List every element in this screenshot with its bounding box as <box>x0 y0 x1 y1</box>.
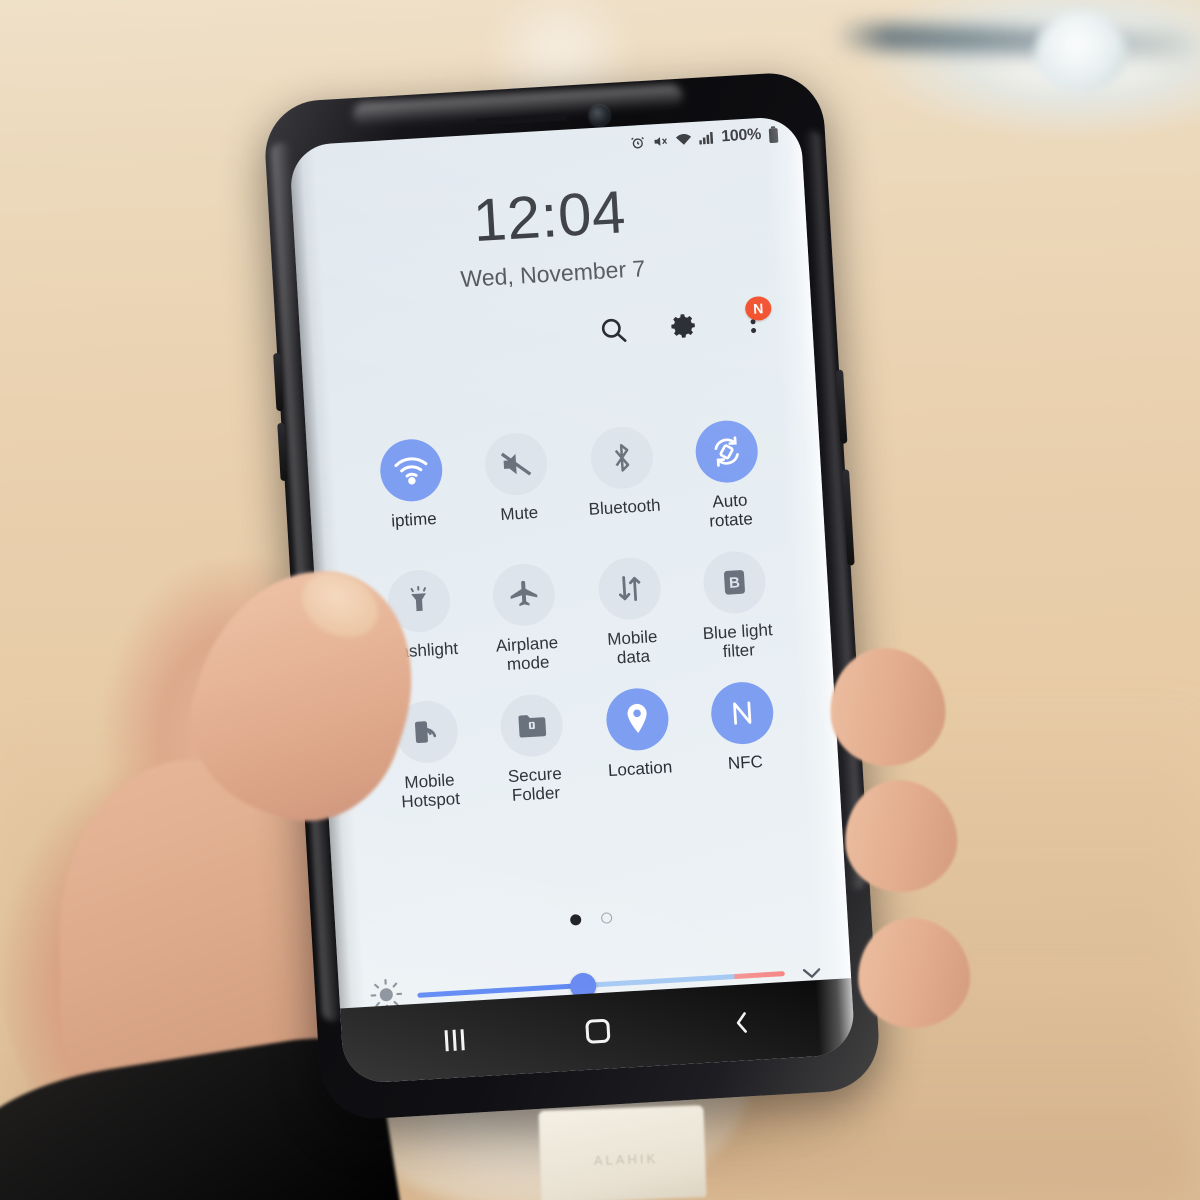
quick-tile-label: Mobile data <box>606 627 658 668</box>
alarm-icon <box>630 134 646 150</box>
gear-icon[interactable] <box>667 310 699 342</box>
location-pin-icon <box>604 686 670 753</box>
quick-tile-label: Bluetooth <box>588 495 661 519</box>
quick-tile-label: Auto rotate <box>708 490 754 531</box>
search-icon[interactable] <box>597 314 629 346</box>
wifi-icon <box>378 437 444 504</box>
bluetooth-icon <box>588 425 655 491</box>
recents-icon <box>444 1028 465 1051</box>
quick-tile-location[interactable]: Location <box>583 685 695 800</box>
mute-icon <box>483 431 550 497</box>
clock-block: 12:04 Wed, November 7 <box>292 172 809 303</box>
quick-tile-label: Secure Folder <box>507 764 563 806</box>
quick-settings-grid: iptime Mute Bluetooth Auto rotate Flashl… <box>357 417 800 813</box>
page-dot-active[interactable] <box>569 914 582 926</box>
quick-tile-label: Airplane mode <box>495 632 559 675</box>
clock-time: 12:04 <box>471 178 628 255</box>
quick-tile-iptime[interactable]: iptime <box>357 436 469 551</box>
quick-tile-label: NFC <box>727 752 764 774</box>
quick-tile-blue-light-filter[interactable]: B Blue light filter <box>680 548 792 663</box>
quick-tile-label: iptime <box>390 508 438 531</box>
home-button[interactable] <box>567 1006 630 1055</box>
battery-icon <box>767 125 779 143</box>
quick-tile-bluetooth[interactable]: Bluetooth <box>567 424 679 539</box>
background-light-object <box>1035 12 1127 92</box>
quick-tile-secure-folder[interactable]: Secure Folder <box>477 692 589 807</box>
quick-tile-airplane-mode[interactable]: Airplane mode <box>470 561 582 676</box>
quick-tile-label: Location <box>607 757 673 781</box>
auto-rotate-icon <box>694 418 760 485</box>
battery-percent-label: 100% <box>720 125 762 146</box>
quick-tile-nfc[interactable]: NFC <box>688 679 800 794</box>
back-icon <box>736 1012 747 1033</box>
secure-folder-icon <box>499 692 565 759</box>
mute-icon <box>652 133 669 149</box>
quick-tile-label: Mute <box>499 502 539 525</box>
mobile-data-icon <box>596 555 663 622</box>
signal-icon <box>699 131 715 146</box>
airplane-icon <box>491 562 557 628</box>
home-icon <box>585 1018 611 1044</box>
quick-tile-mobile-data[interactable]: Mobile data <box>575 555 687 670</box>
quick-tile-label: Mobile Hotspot <box>400 770 461 812</box>
quick-tile-auto-rotate[interactable]: Auto rotate <box>672 417 784 532</box>
quick-tile-mute[interactable]: Mute <box>462 430 574 545</box>
nfc-icon <box>709 680 776 747</box>
blue-light-icon: B <box>701 549 768 616</box>
svg-text:B: B <box>729 574 741 592</box>
quick-tile-label: Blue light filter <box>702 620 774 662</box>
wifi-icon <box>675 132 693 147</box>
back-button[interactable] <box>710 998 773 1047</box>
recents-button[interactable] <box>423 1015 486 1064</box>
status-bar: 100% <box>630 125 780 152</box>
page-dot-inactive[interactable] <box>600 912 613 924</box>
panel-actions: N <box>597 295 772 346</box>
more-options-icon[interactable]: N <box>737 295 772 338</box>
page-indicator <box>335 898 847 939</box>
